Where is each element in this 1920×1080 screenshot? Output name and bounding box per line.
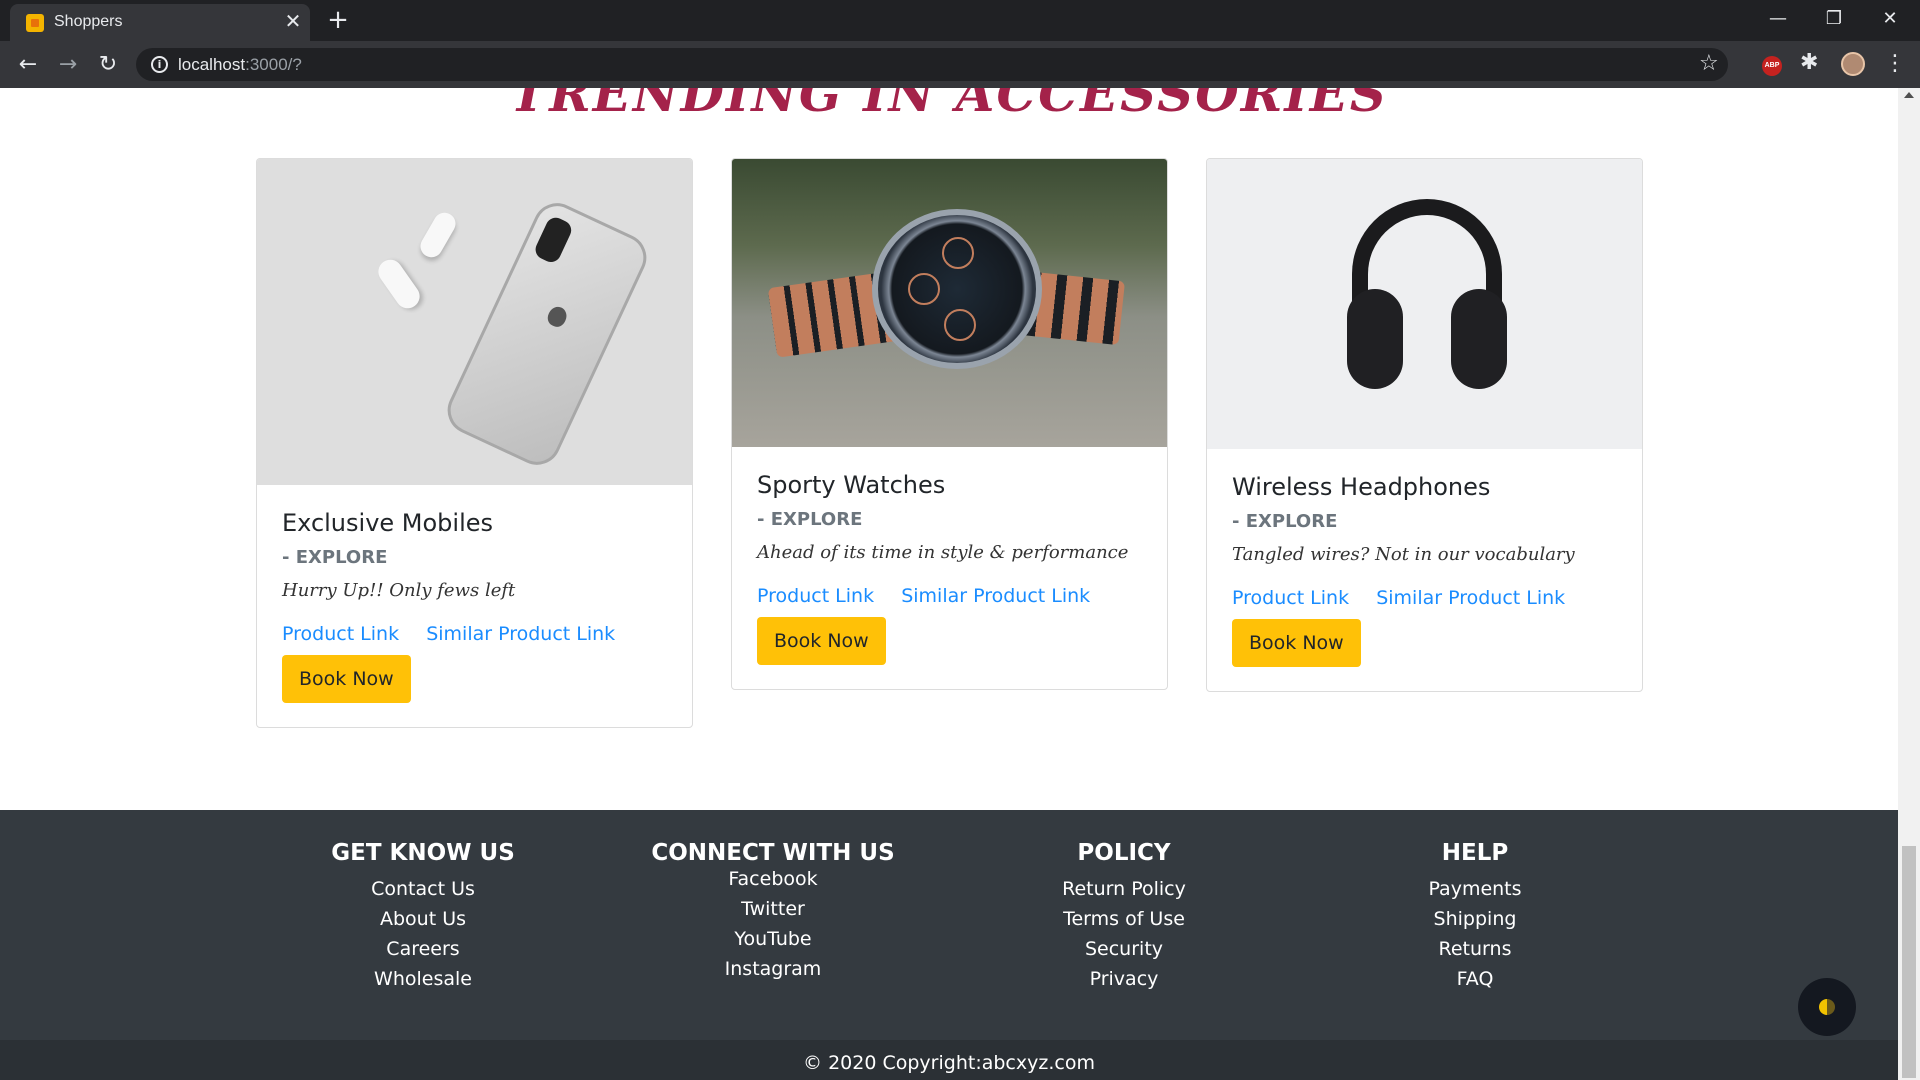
footer-link-facebook[interactable]: Facebook [603,864,943,894]
floating-action-button[interactable] [1798,978,1856,1036]
footer-heading: GET KNOW US [331,840,515,866]
book-now-button[interactable]: Book Now [282,655,411,703]
minimize-icon[interactable]: — [1750,0,1806,41]
similar-product-link[interactable]: Similar Product Link [426,623,615,645]
footer-link-payments[interactable]: Payments [1305,874,1645,904]
theme-toggle-icon [1819,999,1835,1015]
forward-icon[interactable]: → [52,49,84,81]
footer-link-contact[interactable]: Contact Us [253,874,593,904]
footer-column-help: HELP Payments Shipping Returns FAQ [1305,810,1645,994]
card-body: Sporty Watches - EXPLORE Ahead of its ti… [732,447,1167,689]
footer-column-get-know-us: GET KNOW US Contact Us About Us Careers … [253,810,593,994]
card-text: Hurry Up!! Only fews left [282,580,516,601]
footer-heading: HELP [1441,840,1509,866]
url-path: :3000/? [245,55,302,74]
book-now-button[interactable]: Book Now [757,617,886,665]
restore-icon[interactable]: ❐ [1806,0,1862,41]
phone-illustration [439,195,655,473]
footer-heading: POLICY [1077,840,1171,866]
close-tab-icon[interactable]: ✕ [282,10,304,32]
watch-illustration [872,209,1042,369]
headphones-image [1207,159,1642,449]
product-link[interactable]: Product Link [282,623,399,645]
scroll-up-arrow-icon[interactable] [1904,92,1914,98]
footer-column-policy: POLICY Return Policy Terms of Use Securi… [954,810,1294,994]
copyright-bar: © 2020 Copyright:abcxyz.com [0,1040,1898,1080]
card-title: Sporty Watches [757,471,946,499]
profile-avatar[interactable] [1841,52,1865,76]
tab-title: Shoppers [54,13,123,30]
product-card-headphones: Wireless Headphones - EXPLORE Tangled wi… [1206,158,1643,692]
similar-product-link[interactable]: Similar Product Link [1376,587,1565,609]
menu-icon[interactable]: ⋮ [1884,49,1906,79]
footer: GET KNOW US Contact Us About Us Careers … [0,810,1898,1040]
footer-link-about[interactable]: About Us [253,904,593,934]
footer-column-connect: CONNECT WITH US Facebook Twitter YouTube… [603,810,943,984]
card-subtitle: - EXPLORE [757,509,863,530]
airpod-right [416,208,460,262]
browser-toolbar: ← → ↻ i localhost:3000/? ☆ ABP ✱ ⋮ [0,41,1920,88]
footer-link-returns[interactable]: Returns [1305,934,1645,964]
card-links: Product Link Similar Product Link [757,585,1142,607]
product-link[interactable]: Product Link [1232,587,1349,609]
scroll-thumb[interactable] [1902,846,1916,1078]
card-subtitle: - EXPLORE [282,547,388,568]
bookmark-star-icon[interactable]: ☆ [1699,51,1719,76]
product-link[interactable]: Product Link [757,585,874,607]
book-now-button[interactable]: Book Now [1232,619,1361,667]
extensions-icon[interactable]: ✱ [1800,50,1818,75]
adblock-icon[interactable]: ABP [1762,56,1782,76]
card-subtitle: - EXPLORE [1232,511,1338,532]
favicon-icon [26,14,44,32]
card-body: Wireless Headphones - EXPLORE Tangled wi… [1207,449,1642,691]
footer-link-terms[interactable]: Terms of Use [954,904,1294,934]
url-host: localhost [178,55,246,74]
section-heading: TRENDING IN ACCESSORIES [510,88,1388,123]
window-close-icon[interactable]: ✕ [1862,0,1918,41]
footer-link-return-policy[interactable]: Return Policy [954,874,1294,904]
page-scrollbar[interactable] [1898,88,1920,1080]
card-text: Ahead of its time in style & performance [757,542,1129,563]
card-text: Tangled wires? Not in our vocabulary [1232,544,1575,565]
info-icon[interactable]: i [151,56,168,73]
footer-link-privacy[interactable]: Privacy [954,964,1294,994]
footer-link-faq[interactable]: FAQ [1305,964,1645,994]
browser-tab-bar: Shoppers ✕ + — ❐ ✕ [0,0,1920,41]
airpod-left [373,254,425,313]
new-tab-icon[interactable]: + [324,6,352,34]
similar-product-link[interactable]: Similar Product Link [901,585,1090,607]
card-links: Product Link Similar Product Link [282,623,667,645]
footer-link-twitter[interactable]: Twitter [603,894,943,924]
card-title: Wireless Headphones [1232,473,1491,501]
watches-image [732,159,1167,447]
footer-link-instagram[interactable]: Instagram [603,954,943,984]
card-body: Exclusive Mobiles - EXPLORE Hurry Up!! O… [257,485,692,727]
footer-link-security[interactable]: Security [954,934,1294,964]
page-viewport: TRENDING IN ACCESSORIES Exclusive Mobile… [0,88,1898,1080]
footer-link-youtube[interactable]: YouTube [603,924,943,954]
product-card-watches: Sporty Watches - EXPLORE Ahead of its ti… [731,158,1168,690]
card-links: Product Link Similar Product Link [1232,587,1617,609]
footer-link-careers[interactable]: Careers [253,934,593,964]
footer-link-wholesale[interactable]: Wholesale [253,964,593,994]
footer-heading: CONNECT WITH US [651,840,895,866]
url-text: localhost:3000/? [178,55,302,75]
address-bar[interactable]: i localhost:3000/? ☆ [136,48,1728,81]
browser-tab[interactable]: Shoppers ✕ [10,4,310,41]
back-icon[interactable]: ← [12,49,44,81]
mobiles-image [257,159,692,485]
product-card-mobiles: Exclusive Mobiles - EXPLORE Hurry Up!! O… [256,158,693,728]
footer-link-shipping[interactable]: Shipping [1305,904,1645,934]
card-title: Exclusive Mobiles [282,509,494,537]
copyright-text: © 2020 Copyright:abcxyz.com [803,1052,1095,1074]
reload-icon[interactable]: ↻ [92,49,124,81]
